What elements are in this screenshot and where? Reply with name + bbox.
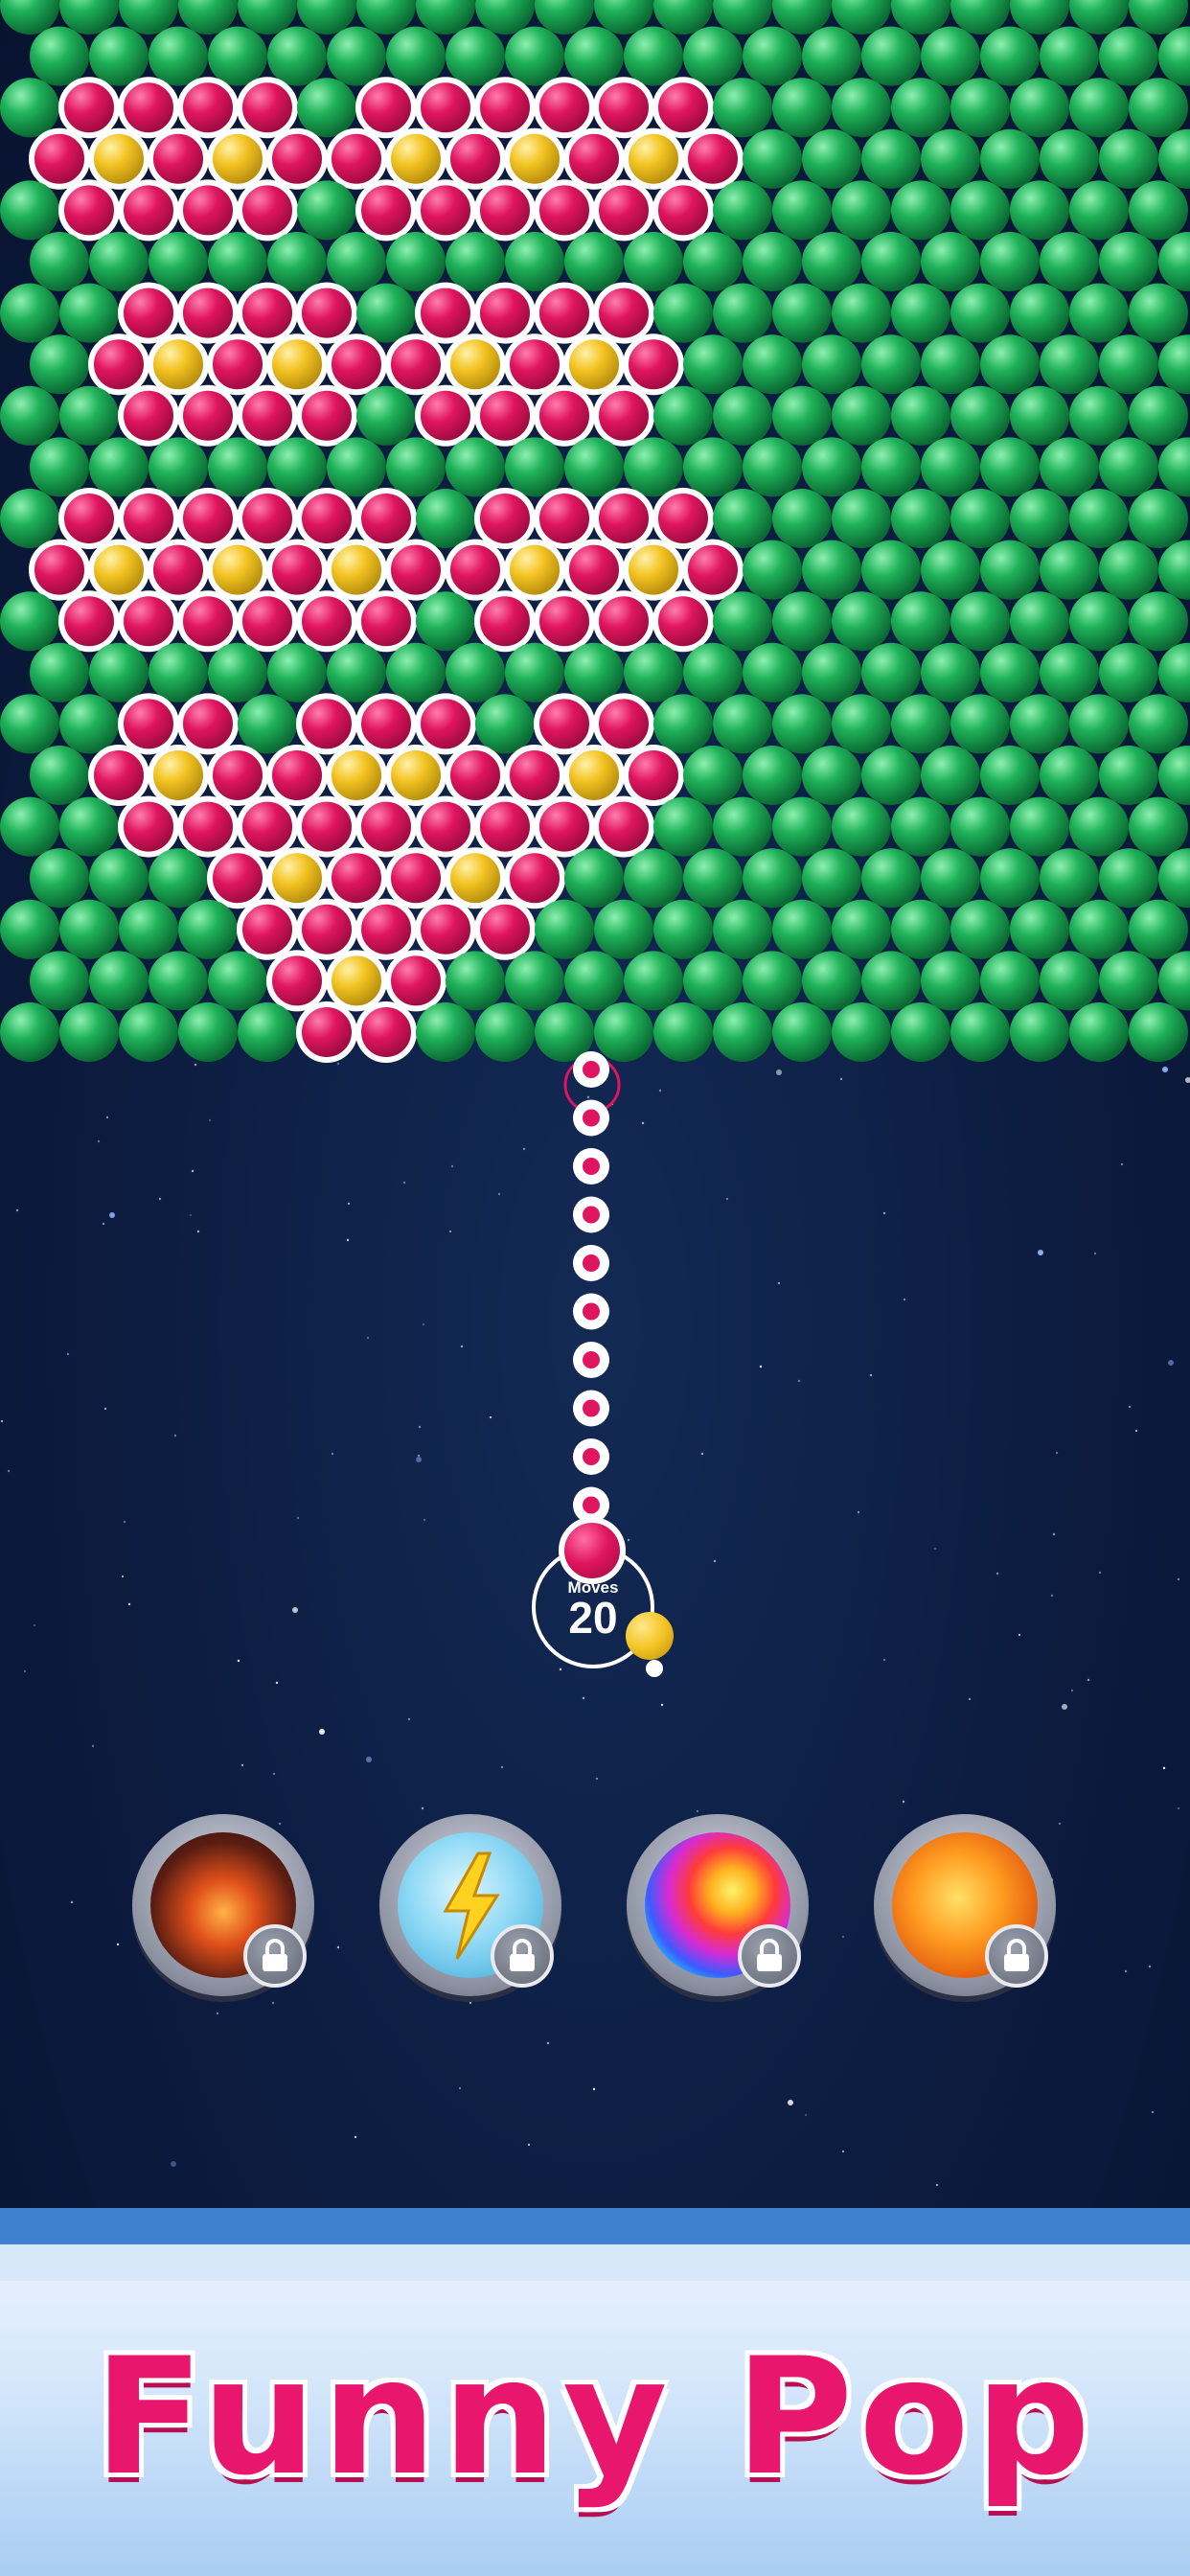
- booster-bomb[interactable]: [132, 1814, 314, 1996]
- aim-dot-center: [583, 1302, 600, 1321]
- game-area[interactable]: Moves 20: [0, 0, 1190, 2208]
- aim-dot-center: [583, 1448, 600, 1465]
- aim-dot-center: [583, 1351, 600, 1368]
- lock-icon: [738, 1924, 801, 1988]
- booster-rainbow[interactable]: [627, 1814, 809, 1996]
- aim-dot-center: [583, 1254, 600, 1272]
- lock-icon: [985, 1924, 1048, 1988]
- lock-icon: [243, 1924, 307, 1988]
- banner-band: [0, 2244, 1190, 2281]
- aim-dot-center: [583, 1061, 600, 1078]
- aim-dot-center: [583, 1158, 600, 1175]
- aim-dot-center: [583, 1206, 600, 1224]
- aim-dot-center: [583, 1399, 600, 1417]
- booster-lightning[interactable]: [379, 1814, 561, 1996]
- aim-dot-center: [583, 1109, 600, 1127]
- aim-dot-center: [583, 1496, 600, 1514]
- shooter-bubble[interactable]: [559, 1517, 626, 1584]
- banner-stripe: [0, 2208, 1190, 2244]
- title-banner: Funny Pop: [0, 2208, 1190, 2576]
- next-bubble[interactable]: [626, 1612, 674, 1660]
- game-title: Funny Pop: [93, 2323, 1096, 2511]
- booster-fireball[interactable]: [874, 1814, 1056, 1996]
- swap-indicator: [646, 1660, 663, 1677]
- lock-icon: [491, 1924, 554, 1988]
